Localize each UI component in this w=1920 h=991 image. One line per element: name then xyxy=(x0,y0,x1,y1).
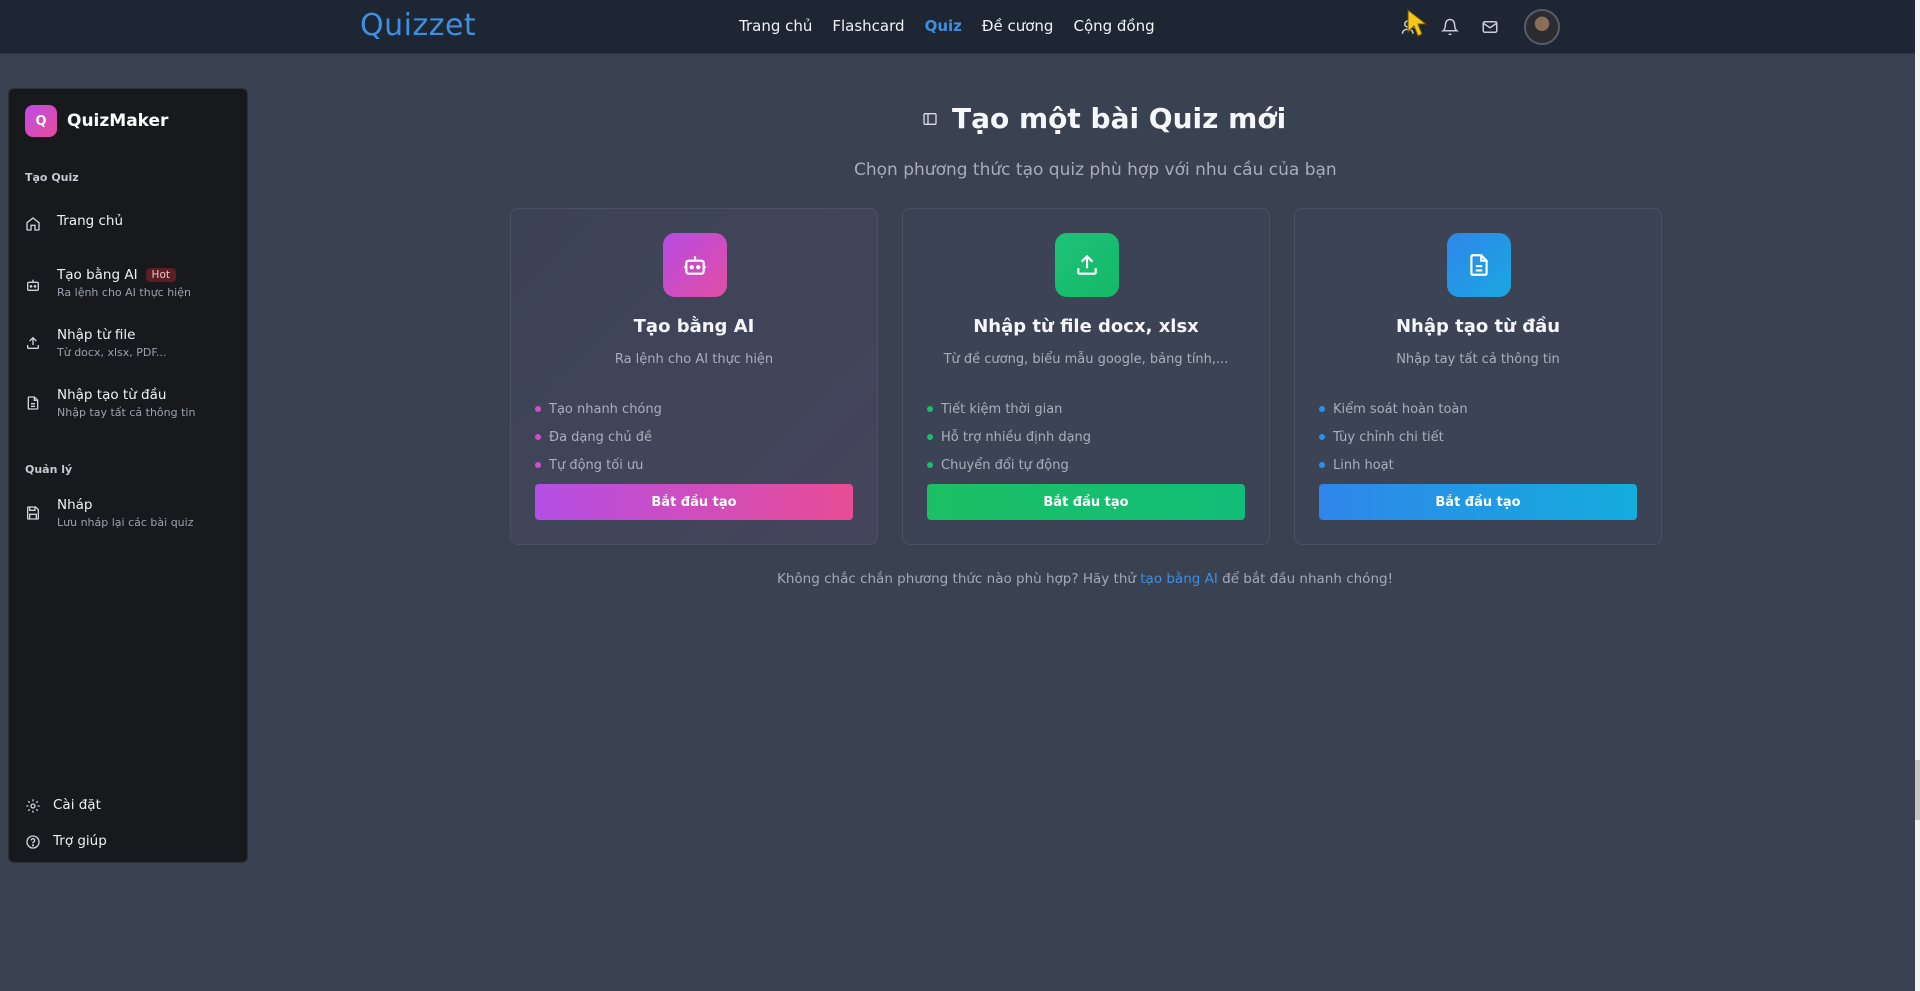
bullet-dot xyxy=(1319,434,1325,440)
bullet-dot xyxy=(927,434,933,440)
card-title: Tạo bằng AI xyxy=(633,316,755,337)
section-label-manage: Quản lý xyxy=(25,463,73,476)
section-label-create: Tạo Quiz xyxy=(25,171,79,184)
nav-link-outline[interactable]: Đề cương xyxy=(982,17,1054,35)
save-icon xyxy=(25,505,43,523)
sidebar-item-label: Nhập từ file xyxy=(57,327,136,343)
card-manual[interactable]: Nhập tạo từ đầu Nhập tay tất cả thông ti… xyxy=(1294,208,1662,545)
document-icon xyxy=(1447,233,1511,297)
feature-item: Tùy chỉnh chi tiết xyxy=(1319,423,1468,451)
card-ai[interactable]: Tạo bằng AI Ra lệnh cho AI thực hiện Tạo… xyxy=(510,208,878,545)
hint-text: Không chắc chắn phương thức nào phù hợp?… xyxy=(0,571,1920,587)
sidebar-item-sub: Nhập tay tất cả thông tin xyxy=(57,406,196,419)
feature-text: Tùy chỉnh chi tiết xyxy=(1333,429,1444,445)
bullet-dot xyxy=(927,406,933,412)
feature-item: Tiết kiệm thời gian xyxy=(927,395,1091,423)
sidebar-item-manual[interactable]: Nhập tạo từ đầu Nhập tay tất cả thông ti… xyxy=(17,381,241,425)
card-import-file[interactable]: Nhập từ file docx, xlsx Từ đề cương, biể… xyxy=(902,208,1270,545)
feature-item: Tự động tối ưu xyxy=(535,451,662,479)
sidebar-item-help[interactable]: Trợ giúp xyxy=(17,825,241,858)
robot-icon xyxy=(663,233,727,297)
sidebar-item-label: Tạo bằng AI xyxy=(57,267,138,283)
top-navbar: Quizzet Trang chủ Flashcard Quiz Đề cươn… xyxy=(0,0,1915,54)
feature-text: Đa dạng chủ đề xyxy=(549,429,653,445)
feature-text: Tiết kiệm thời gian xyxy=(941,401,1063,417)
sidebar-item-import-file[interactable]: Nhập từ file Từ docx, xlsx, PDF... xyxy=(17,321,241,365)
bullet-dot xyxy=(1319,406,1325,412)
card-title: Nhập tạo từ đầu xyxy=(1395,316,1561,337)
mouse-cursor-icon xyxy=(1407,8,1428,37)
sidebar-item-label: Trang chủ xyxy=(57,213,124,229)
scrollbar-thumb[interactable] xyxy=(1915,760,1920,820)
bullet-dot xyxy=(535,462,541,468)
nav-link-flashcard[interactable]: Flashcard xyxy=(832,17,904,35)
robot-icon xyxy=(25,277,43,295)
feature-item: Đa dạng chủ đề xyxy=(535,423,662,451)
nav-link-quiz[interactable]: Quiz xyxy=(925,17,962,35)
feature-list: Kiểm soát hoàn toàn Tùy chỉnh chi tiết L… xyxy=(1319,395,1468,479)
bell-icon[interactable] xyxy=(1440,17,1460,37)
sidebar-item-label: Cài đặt xyxy=(53,797,101,813)
sidebar-item-drafts[interactable]: Nháp Lưu nháp lại các bài quiz xyxy=(17,491,241,535)
feature-list: Tạo nhanh chóng Đa dạng chủ đề Tự động t… xyxy=(535,395,662,479)
sidebar-brand[interactable]: Q QuizMaker xyxy=(25,105,168,137)
hint-ai-link[interactable]: tạo bằng AI xyxy=(1140,571,1218,587)
feature-item: Chuyển đổi tự động xyxy=(927,451,1091,479)
hint-prefix: Không chắc chắn phương thức nào phù hợp?… xyxy=(777,571,1141,587)
sidebar-item-label: Nhập tạo từ đầu xyxy=(57,387,167,403)
sidebar-item-label: Nháp xyxy=(57,497,93,513)
document-icon xyxy=(25,395,43,413)
sidebar-item-sub: Ra lệnh cho AI thực hiện xyxy=(57,286,191,299)
feature-text: Kiểm soát hoàn toàn xyxy=(1333,401,1468,417)
feature-text: Linh hoạt xyxy=(1333,457,1394,473)
upload-icon xyxy=(25,335,43,353)
bullet-dot xyxy=(927,462,933,468)
feature-text: Tự động tối ưu xyxy=(549,457,644,473)
feature-text: Hỗ trợ nhiều định dạng xyxy=(941,429,1092,445)
sidebar-item-label: Trợ giúp xyxy=(53,833,107,849)
quizzet-logo[interactable]: Quizzet xyxy=(360,8,476,43)
start-ai-button[interactable]: Bắt đầu tạo xyxy=(535,484,853,520)
card-description: Từ đề cương, biểu mẫu google, bảng tính,… xyxy=(943,352,1229,367)
page-subtitle: Chọn phương thức tạo quiz phù hợp với nh… xyxy=(854,160,1337,180)
home-icon xyxy=(25,216,43,234)
brand-name: QuizMaker xyxy=(67,111,169,131)
title-row: Tạo một bài Quiz mới xyxy=(922,102,1286,135)
start-import-button[interactable]: Bắt đầu tạo xyxy=(927,484,1245,520)
sidebar: Q QuizMaker Tạo Quiz Trang chủ Tạo bằng … xyxy=(8,88,248,863)
start-manual-button[interactable]: Bắt đầu tạo xyxy=(1319,484,1637,520)
page-scrollbar[interactable] xyxy=(1915,0,1920,991)
sidebar-item-ai[interactable]: Tạo bằng AI Hot Ra lệnh cho AI thực hiện xyxy=(17,261,241,305)
help-icon xyxy=(25,834,43,852)
sidebar-item-home[interactable]: Trang chủ xyxy=(17,207,241,240)
sidebar-item-settings[interactable]: Cài đặt xyxy=(17,789,241,822)
hint-suffix: để bắt đầu nhanh chóng! xyxy=(1217,571,1393,587)
sidebar-item-sub: Từ docx, xlsx, PDF... xyxy=(57,346,167,359)
card-title: Nhập từ file docx, xlsx xyxy=(973,316,1199,337)
mail-icon[interactable] xyxy=(1480,17,1500,37)
page-title: Tạo một bài Quiz mới xyxy=(952,102,1287,135)
upload-icon xyxy=(1055,233,1119,297)
bullet-dot xyxy=(535,406,541,412)
nav-link-community[interactable]: Cộng đồng xyxy=(1073,17,1154,35)
nav-link-home[interactable]: Trang chủ xyxy=(739,17,812,35)
feature-item: Linh hoạt xyxy=(1319,451,1468,479)
sidebar-toggle-icon[interactable] xyxy=(922,111,938,127)
feature-text: Chuyển đổi tự động xyxy=(941,457,1069,473)
feature-item: Hỗ trợ nhiều định dạng xyxy=(927,423,1091,451)
feature-item: Kiểm soát hoàn toàn xyxy=(1319,395,1468,423)
user-avatar[interactable] xyxy=(1524,9,1560,45)
card-description: Nhập tay tất cả thông tin xyxy=(1396,352,1560,367)
gear-icon xyxy=(25,798,43,816)
feature-text: Tạo nhanh chóng xyxy=(549,401,662,417)
bullet-dot xyxy=(1319,462,1325,468)
sidebar-item-sub: Lưu nháp lại các bài quiz xyxy=(57,516,194,529)
card-description: Ra lệnh cho AI thực hiện xyxy=(614,352,774,367)
feature-list: Tiết kiệm thời gian Hỗ trợ nhiều định dạ… xyxy=(927,395,1091,479)
brand-badge: Q xyxy=(25,105,57,137)
main-nav: Trang chủ Flashcard Quiz Đề cương Cộng đ… xyxy=(739,17,1155,35)
feature-item: Tạo nhanh chóng xyxy=(535,395,662,423)
hot-badge: Hot xyxy=(145,268,176,282)
bullet-dot xyxy=(535,434,541,440)
